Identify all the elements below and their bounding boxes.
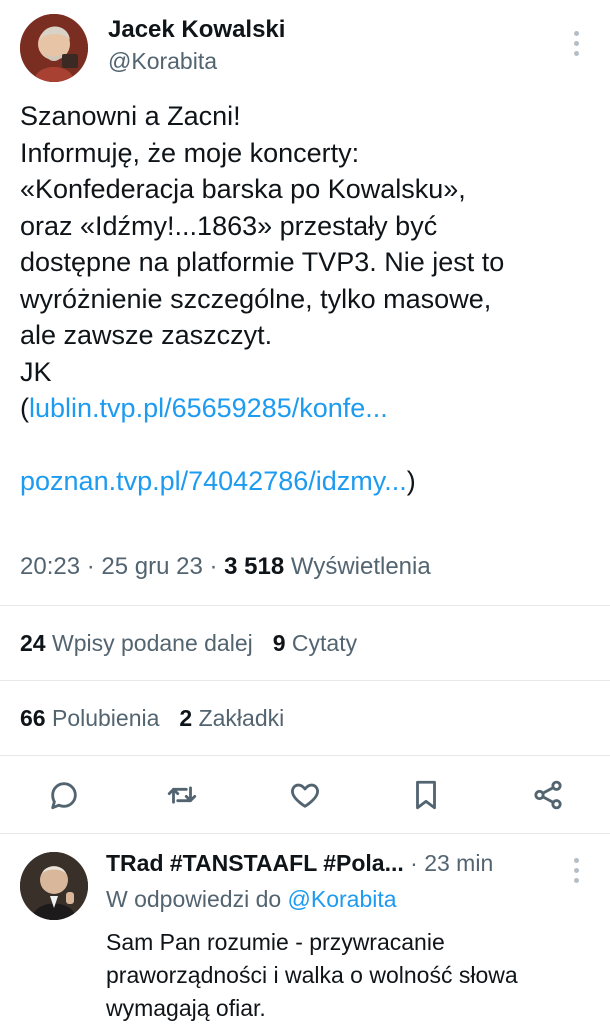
action-bar (0, 775, 610, 817)
reply-header: TRad #TANSTAAFL #Pola... · 23 min (106, 850, 493, 877)
more-options-icon[interactable] (572, 31, 580, 56)
reply-icon (51, 782, 77, 810)
retweet-button[interactable] (162, 775, 202, 815)
link-poznan[interactable]: poznan.tvp.pl/74042786/idzmy... (20, 466, 407, 496)
tweet-meta: 20:23 · 25 gru 23 · 3 518 Wyświetlenia (20, 553, 431, 581)
reply-time[interactable]: · 23 min (410, 850, 493, 876)
reply-avatar[interactable] (20, 852, 88, 920)
link-paren-close: ) (406, 466, 416, 496)
link-paren-open: ( (20, 393, 29, 423)
divider (0, 755, 610, 756)
reply-to-handle[interactable]: @Korabita (288, 886, 397, 912)
tweet-line: wyróżnienie szczególne, tylko masowe, (20, 283, 492, 314)
link-lublin[interactable]: lublin.tvp.pl/65659285/konfe... (29, 393, 388, 423)
retweets-label: Wpisy podane dalej (51, 630, 253, 656)
tweet-text: Szanowni a Zacni! Informuję, że moje kon… (20, 98, 595, 500)
reply-line: praworządności i walka o wolność słowa (106, 962, 518, 988)
bookmarks-stat[interactable]: 2 Zakładki (179, 705, 284, 731)
tweet-time[interactable]: 20:23 (20, 553, 80, 580)
quotes-count: 9 (272, 630, 286, 656)
meta-separator: · (80, 553, 102, 580)
author-avatar[interactable] (20, 14, 88, 82)
reply-line: wymagają ofiar. (106, 995, 266, 1021)
divider (0, 680, 610, 681)
quotes-stat[interactable]: 9 Cytaty (273, 630, 357, 656)
tweet-line: oraz «Idźmy!...1863» przestały być (20, 210, 438, 241)
reply-button[interactable] (44, 775, 84, 815)
retweet-stats: 24 Wpisy podane dalej 9 Cytaty (20, 630, 357, 657)
share-icon (534, 780, 562, 810)
retweet-icon (167, 786, 197, 804)
likes-count: 66 (20, 705, 46, 731)
author-name[interactable]: Jacek Kowalski (108, 14, 285, 46)
likes-label: Polubienia (51, 705, 160, 731)
reply-to-label: W odpowiedzi do (106, 886, 282, 912)
meta-separator: · (202, 553, 225, 580)
reply-text: Sam Pan rozumie - przywracanie praworząd… (106, 926, 596, 1024)
divider (0, 833, 610, 834)
like-button[interactable] (285, 775, 325, 815)
tweet-line: ale zawsze zaszczyt. (20, 320, 273, 350)
views-label: Wyświetlenia (290, 553, 431, 580)
reply-more-options-icon[interactable] (572, 858, 580, 883)
tweet-date[interactable]: 25 gru 23 (101, 553, 202, 580)
share-button[interactable] (528, 775, 568, 815)
bookmark-button[interactable] (406, 775, 446, 815)
like-stats: 66 Polubienia 2 Zakładki (20, 705, 284, 732)
tweet-line: Informuję, że moje koncerty: (20, 137, 360, 168)
tweet-line: «Konfederacja barska po Kowalsku», (20, 174, 466, 204)
author-handle[interactable]: @Korabita (108, 46, 285, 76)
tweet-line: Szanowni a Zacni! (20, 101, 241, 131)
retweets-count: 24 (20, 630, 46, 656)
tweet-line: dostępne na platformie TVP3. Nie jest to (20, 247, 505, 277)
likes-stat[interactable]: 66 Polubienia (20, 705, 159, 731)
author-block: Jacek Kowalski @Korabita (108, 14, 285, 76)
bookmarks-count: 2 (179, 705, 193, 731)
reply-to-line: W odpowiedzi do @Korabita (106, 886, 397, 913)
views-count: 3 518 (224, 553, 285, 580)
bookmark-icon (416, 780, 436, 810)
divider (0, 605, 610, 606)
like-icon (291, 783, 319, 808)
quotes-label: Cytaty (291, 630, 358, 656)
reply-line: Sam Pan rozumie - przywracanie (106, 929, 445, 955)
bookmarks-label: Zakładki (198, 705, 285, 731)
reply-author-name[interactable]: TRad #TANSTAAFL #Pola... (106, 850, 404, 876)
tweet-line: JK (20, 356, 52, 387)
retweets-stat[interactable]: 24 Wpisy podane dalej (20, 630, 253, 656)
